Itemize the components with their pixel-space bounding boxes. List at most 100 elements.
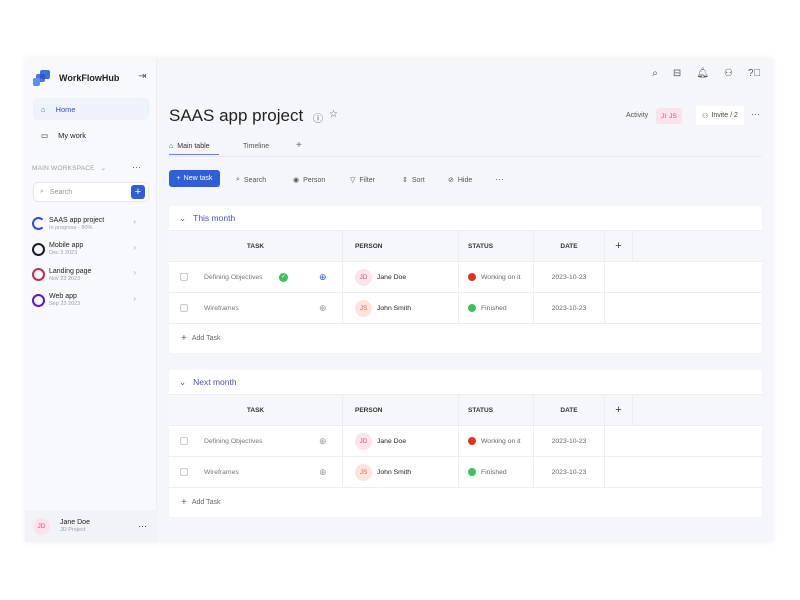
column-date[interactable]: DATE: [534, 231, 605, 261]
invite-button[interactable]: ⚇ Invite / 2: [696, 106, 744, 125]
inbox-icon[interactable]: ⊟: [673, 68, 681, 79]
comment-icon[interactable]: ⊕: [319, 467, 327, 478]
row-checkbox[interactable]: [180, 468, 188, 476]
filter-button[interactable]: ▽ Filter: [350, 176, 375, 185]
star-icon[interactable]: ☆: [329, 109, 338, 120]
group-header[interactable]: ⌄ Next month: [169, 370, 762, 394]
status-cell[interactable]: Working on it: [459, 262, 534, 292]
search-button[interactable]: ⌕ Search: [236, 176, 266, 184]
tab-timeline[interactable]: Timeline: [243, 143, 269, 150]
activity-avatars[interactable]: JI JS: [656, 108, 682, 124]
avatar: JD: [355, 268, 372, 286]
chevron-down-icon: ⌄: [96, 165, 107, 172]
column-status[interactable]: STATUS: [459, 395, 534, 425]
person-cell[interactable]: JS John Smith: [343, 293, 459, 323]
add-column-icon[interactable]: +: [605, 395, 633, 425]
column-status[interactable]: STATUS: [459, 231, 534, 261]
chevron-right-icon: ›: [133, 242, 136, 252]
project-item[interactable]: Landing page Nov 23 2023 ›: [32, 262, 150, 287]
status-dot-icon: [468, 437, 476, 445]
table-row[interactable]: Wireframes ⊕ JS John Smith Finished 2023-1…: [169, 292, 762, 323]
person-button[interactable]: ◉ Person: [293, 176, 325, 185]
add-column-icon[interactable]: +: [605, 231, 633, 261]
table-row[interactable]: Wireframes ⊕ JS John Smith Finished 2023-1…: [169, 456, 762, 487]
add-project-button[interactable]: +: [131, 185, 145, 199]
new-task-button[interactable]: + New task: [169, 170, 220, 187]
info-icon[interactable]: ⓘ: [313, 110, 323, 125]
help-icon[interactable]: ?⃝: [748, 68, 761, 79]
date-text: 2023-10-23: [551, 304, 587, 312]
more-icon[interactable]: ···: [751, 109, 760, 119]
add-task-button[interactable]: + Add Task: [169, 323, 762, 353]
activity-label[interactable]: Activity: [626, 112, 648, 119]
user-profile[interactable]: JD Jane Doe JD Project ···: [25, 510, 157, 542]
table-row[interactable]: Defining Objectives ✓ ⊕ JD Jane Doe Working…: [169, 261, 762, 292]
add-user-icon[interactable]: ⚇: [724, 68, 733, 79]
table-header: TASK PERSON STATUS DATE +: [169, 230, 762, 261]
workspace-selector[interactable]: MAIN WORKSPACE ⌄: [32, 164, 106, 172]
sidebar-search-input[interactable]: ⌕ Search +: [33, 182, 149, 202]
project-item[interactable]: Web app Sep 23 2023 ›: [32, 288, 150, 313]
workspace-more-icon[interactable]: ···: [132, 162, 141, 172]
avatar: JS: [355, 463, 372, 481]
table-row[interactable]: Defining Objectives ⊕ JD Jane Doe Working …: [169, 425, 762, 456]
sidebar: WorkFlowHub ⇥ ⌂ Home ▭ My work MAIN WORKSP…: [25, 58, 157, 542]
task-name: Wireframes: [204, 468, 239, 476]
sidebar-item-my-work[interactable]: ▭ My work: [33, 124, 149, 146]
person-cell[interactable]: JD Jane Doe: [343, 262, 459, 292]
user-name: Jane Doe: [60, 519, 90, 526]
comment-icon[interactable]: ⊕: [319, 303, 327, 314]
project-item[interactable]: Mobile app Dec 3 2023 ›: [32, 237, 150, 262]
person-cell[interactable]: JD Jane Doe: [343, 426, 459, 456]
comment-icon[interactable]: ⊕: [319, 272, 327, 283]
task-cell[interactable]: Defining Objectives ✓ ⊕: [169, 262, 343, 292]
task-cell[interactable]: Defining Objectives ⊕: [169, 426, 343, 456]
status-text: Working on it: [481, 273, 521, 281]
avatar: JD: [355, 432, 372, 450]
date-cell[interactable]: 2023-10-23: [534, 293, 605, 323]
group-header[interactable]: ⌄ This month: [169, 206, 762, 230]
tab-main-table[interactable]: ⌂ Main table: [169, 143, 219, 155]
chevron-right-icon: ›: [133, 217, 136, 226]
column-task[interactable]: TASK: [169, 395, 343, 425]
sidebar-item-home[interactable]: ⌂ Home: [33, 98, 149, 120]
status-cell[interactable]: Finished: [459, 293, 534, 323]
hide-button[interactable]: ⊘ Hide: [448, 176, 472, 185]
more-icon[interactable]: ···: [495, 174, 504, 184]
column-date[interactable]: DATE: [534, 395, 605, 425]
comment-icon[interactable]: ⊕: [319, 436, 327, 447]
group-title: Next month: [193, 377, 237, 387]
avatar: JS: [669, 112, 677, 120]
avatar: JS: [355, 299, 372, 317]
add-tab-icon[interactable]: +: [296, 140, 302, 151]
row-checkbox[interactable]: [180, 273, 188, 281]
date-cell[interactable]: 2023-10-23: [534, 426, 605, 456]
more-icon[interactable]: ···: [138, 521, 147, 531]
add-task-button[interactable]: + Add Task: [169, 487, 762, 517]
date-cell[interactable]: 2023-10-23: [534, 262, 605, 292]
person-name: John Smith: [377, 468, 412, 476]
task-cell[interactable]: Wireframes ⊕: [169, 457, 343, 487]
column-person[interactable]: PERSON: [343, 231, 459, 261]
search-icon[interactable]: ⌕: [652, 68, 658, 79]
row-checkbox[interactable]: [180, 437, 188, 445]
person-cell[interactable]: JS John Smith: [343, 457, 459, 487]
project-name: SAAS app project: [49, 216, 105, 224]
project-sub: Dec 3 2023: [49, 250, 78, 256]
project-item[interactable]: SAAS app project In progress - 80% ›: [32, 211, 150, 236]
date-cell[interactable]: 2023-10-23: [534, 457, 605, 487]
bell-icon[interactable]: 🔔︎: [696, 68, 709, 79]
search-icon: ⌕: [236, 176, 240, 183]
column-person[interactable]: PERSON: [343, 395, 459, 425]
row-checkbox[interactable]: [180, 304, 188, 312]
column-task[interactable]: TASK: [169, 231, 343, 261]
project-sub: In progress - 80%: [49, 224, 93, 231]
task-cell[interactable]: Wireframes ⊕: [169, 293, 343, 323]
date-text: 2023-10-23: [551, 468, 587, 476]
status-cell[interactable]: Finished: [459, 457, 534, 487]
check-icon: ✓: [279, 272, 288, 282]
filter-icon: ▽: [350, 177, 356, 184]
collapse-sidebar-icon[interactable]: ⇥: [138, 71, 146, 82]
sort-button[interactable]: ⇕ Sort: [402, 176, 425, 185]
status-cell[interactable]: Working on it: [459, 426, 534, 456]
